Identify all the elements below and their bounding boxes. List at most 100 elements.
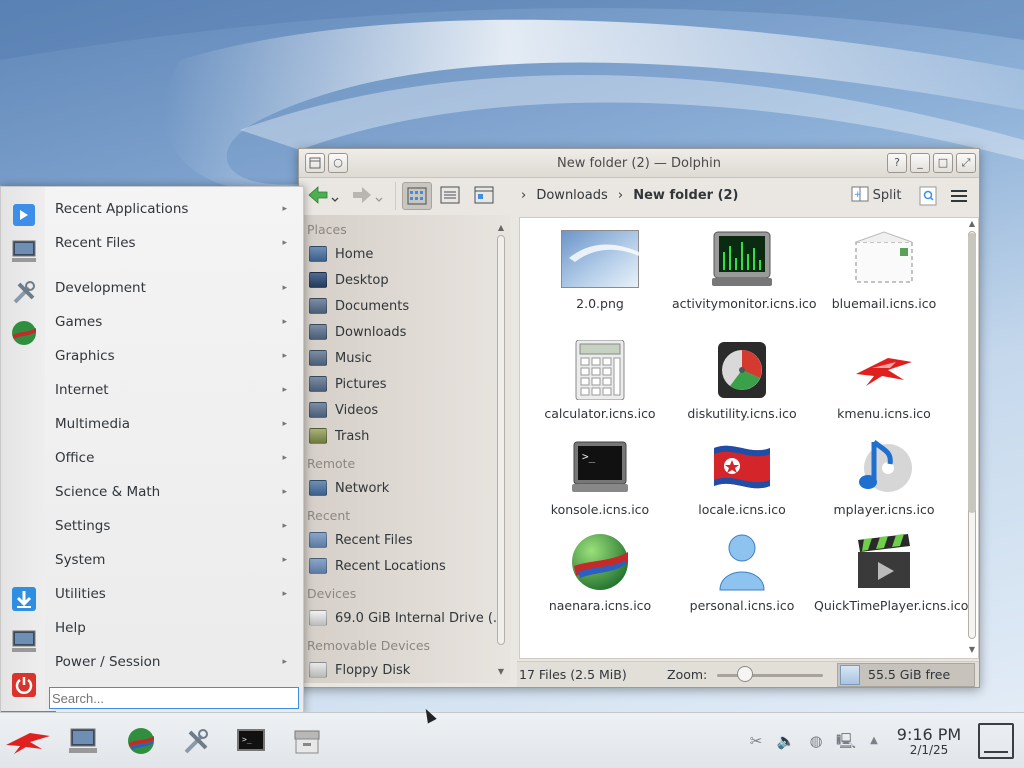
hamburger-menu-button[interactable] xyxy=(947,182,971,210)
network-globe-icon[interactable]: ◍ xyxy=(806,731,826,751)
file-item[interactable]: calculator.icns.ico xyxy=(530,339,670,421)
menu-item-system[interactable]: System ▸ xyxy=(55,547,293,573)
file-item[interactable]: QuickTimePlayer.icns.ico xyxy=(814,532,968,613)
place-recent-locations[interactable]: Recent Locations xyxy=(301,553,511,579)
download-arrow-icon xyxy=(12,587,36,611)
activity-monitor-icon xyxy=(710,230,774,290)
tray-expand-arrow-icon[interactable]: ▲ xyxy=(864,731,884,751)
menu-item-office[interactable]: Office ▸ xyxy=(55,445,293,471)
menu-item-internet[interactable]: Internet ▸ xyxy=(55,377,293,403)
details-view-button[interactable] xyxy=(470,182,500,210)
zoom-slider-handle[interactable] xyxy=(737,666,753,682)
file-item[interactable]: 2.0.png xyxy=(530,230,670,311)
dolphin-window: ○ New folder (2) — Dolphin ? _ □ ⤢ › Dow… xyxy=(298,148,980,688)
menu-item-graphics[interactable]: Graphics ▸ xyxy=(55,343,293,369)
menu-item-science-math[interactable]: Science & Math ▸ xyxy=(55,479,293,505)
place-documents[interactable]: Documents xyxy=(301,293,511,319)
terminal-icon: >_ xyxy=(568,436,632,496)
menu-item-utilities[interactable]: Utilities ▸ xyxy=(55,581,293,607)
show-desktop-button[interactable] xyxy=(978,723,1014,759)
minimize-button[interactable]: _ xyxy=(910,153,930,173)
search-button[interactable] xyxy=(917,182,939,210)
chevron-right-icon: ▸ xyxy=(282,385,287,395)
breadcrumb-downloads[interactable]: Downloads xyxy=(536,188,607,203)
menu-item-games[interactable]: Games ▸ xyxy=(55,309,293,335)
breadcrumb-current-folder[interactable]: New folder (2) xyxy=(633,188,738,203)
kmenu-launcher-icon[interactable] xyxy=(4,727,52,755)
maximize-icon: □ xyxy=(937,156,949,169)
file-view-scrollbar-thumb[interactable] xyxy=(968,233,976,513)
place-downloads[interactable]: Downloads xyxy=(301,319,511,345)
menu-item-multimedia[interactable]: Multimedia ▸ xyxy=(55,411,293,437)
help-button[interactable]: ? xyxy=(887,153,907,173)
menu-item-power-session[interactable]: Power / Session ▸ xyxy=(55,649,293,675)
free-space-indicator[interactable]: 55.5 GiB free xyxy=(837,663,975,687)
trash-icon xyxy=(309,428,327,444)
place-music[interactable]: Music xyxy=(301,345,511,371)
settings-tools-icon[interactable] xyxy=(181,727,211,755)
place-internal-drive[interactable]: 69.0 GiB Internal Drive (... xyxy=(301,605,511,631)
scroll-down-icon[interactable]: ▼ xyxy=(965,645,979,654)
home-icon xyxy=(309,246,327,262)
menu-search-input[interactable] xyxy=(49,687,299,709)
maximize-button[interactable]: □ xyxy=(933,153,953,173)
computer-launcher-icon[interactable] xyxy=(68,727,98,755)
search-icon xyxy=(919,186,937,206)
documents-folder-icon xyxy=(309,298,327,314)
place-recent-files[interactable]: Recent Files xyxy=(301,527,511,553)
scissors-icon[interactable]: ✂ xyxy=(746,731,766,751)
file-item[interactable]: locale.icns.ico xyxy=(672,436,812,517)
menu-item-settings[interactable]: Settings ▸ xyxy=(55,513,293,539)
computer-icon xyxy=(12,630,36,652)
place-pictures[interactable]: Pictures xyxy=(301,371,511,397)
file-item[interactable]: kmenu.icns.ico xyxy=(814,340,954,421)
file-item[interactable]: activitymonitor.icns.ico xyxy=(672,230,817,311)
back-button[interactable] xyxy=(305,182,343,210)
scroll-up-icon[interactable]: ▲ xyxy=(965,219,979,228)
menu-item-development[interactable]: Development ▸ xyxy=(55,275,293,301)
file-item[interactable]: naenara.icns.ico xyxy=(530,532,670,613)
split-button[interactable]: + Split xyxy=(847,182,905,210)
terminal-launcher-icon[interactable]: >_ xyxy=(236,727,266,755)
remote-section-header: Remote xyxy=(307,456,356,471)
window-titlebar[interactable]: ○ New folder (2) — Dolphin ? _ □ ⤢ xyxy=(299,149,979,178)
clock-date: 2/1/25 xyxy=(909,743,949,757)
music-note-icon xyxy=(852,436,916,496)
scroll-up-icon[interactable]: ▲ xyxy=(495,223,507,232)
volume-icon[interactable]: 🔈 xyxy=(776,731,796,751)
file-archive-icon[interactable] xyxy=(292,727,322,755)
icons-view-button[interactable] xyxy=(402,182,432,210)
file-view-scrollbar[interactable]: ▲ ▼ xyxy=(965,219,979,659)
places-section-header: Places xyxy=(307,222,347,237)
places-scrollbar[interactable]: ▲ ▼ xyxy=(495,223,507,677)
file-item[interactable]: bluemail.icns.ico xyxy=(814,230,954,311)
kmenu-icon xyxy=(852,340,916,400)
chevron-right-icon: ▸ xyxy=(282,453,287,463)
place-floppy-disk[interactable]: Floppy Disk xyxy=(301,657,511,683)
svg-text:>_: >_ xyxy=(242,735,252,744)
file-item[interactable]: diskutility.icns.ico xyxy=(672,340,812,421)
file-item[interactable]: mplayer.icns.ico xyxy=(814,436,954,517)
place-trash[interactable]: Trash xyxy=(301,423,511,449)
file-item[interactable]: >_ konsole.icns.ico xyxy=(530,436,670,517)
help-icon: ? xyxy=(894,156,900,169)
clock[interactable]: 9:16 PM 2/1/25 xyxy=(892,725,966,757)
compact-view-button[interactable] xyxy=(436,182,466,210)
place-desktop[interactable]: Desktop xyxy=(301,267,511,293)
place-home[interactable]: Home xyxy=(301,241,511,267)
network-connection-icon[interactable]: 🖳 xyxy=(836,731,856,751)
place-videos[interactable]: Videos xyxy=(301,397,511,423)
places-scrollbar-track[interactable] xyxy=(497,235,505,645)
scroll-down-icon[interactable]: ▼ xyxy=(495,667,507,676)
menu-item-help[interactable]: Help xyxy=(55,615,293,641)
close-button[interactable]: ⤢ xyxy=(956,153,976,173)
file-item[interactable]: personal.icns.ico xyxy=(672,532,812,613)
browser-globe-icon[interactable] xyxy=(126,727,156,755)
menu-item-recent-applications[interactable]: Recent Applications ▸ xyxy=(55,196,293,222)
place-network[interactable]: Network xyxy=(301,475,511,501)
split-icon: + xyxy=(851,186,869,202)
hamburger-icon xyxy=(951,190,967,202)
menu-item-recent-files[interactable]: Recent Files ▸ xyxy=(55,230,293,256)
zoom-slider[interactable] xyxy=(717,674,823,677)
forward-button[interactable] xyxy=(349,182,387,210)
